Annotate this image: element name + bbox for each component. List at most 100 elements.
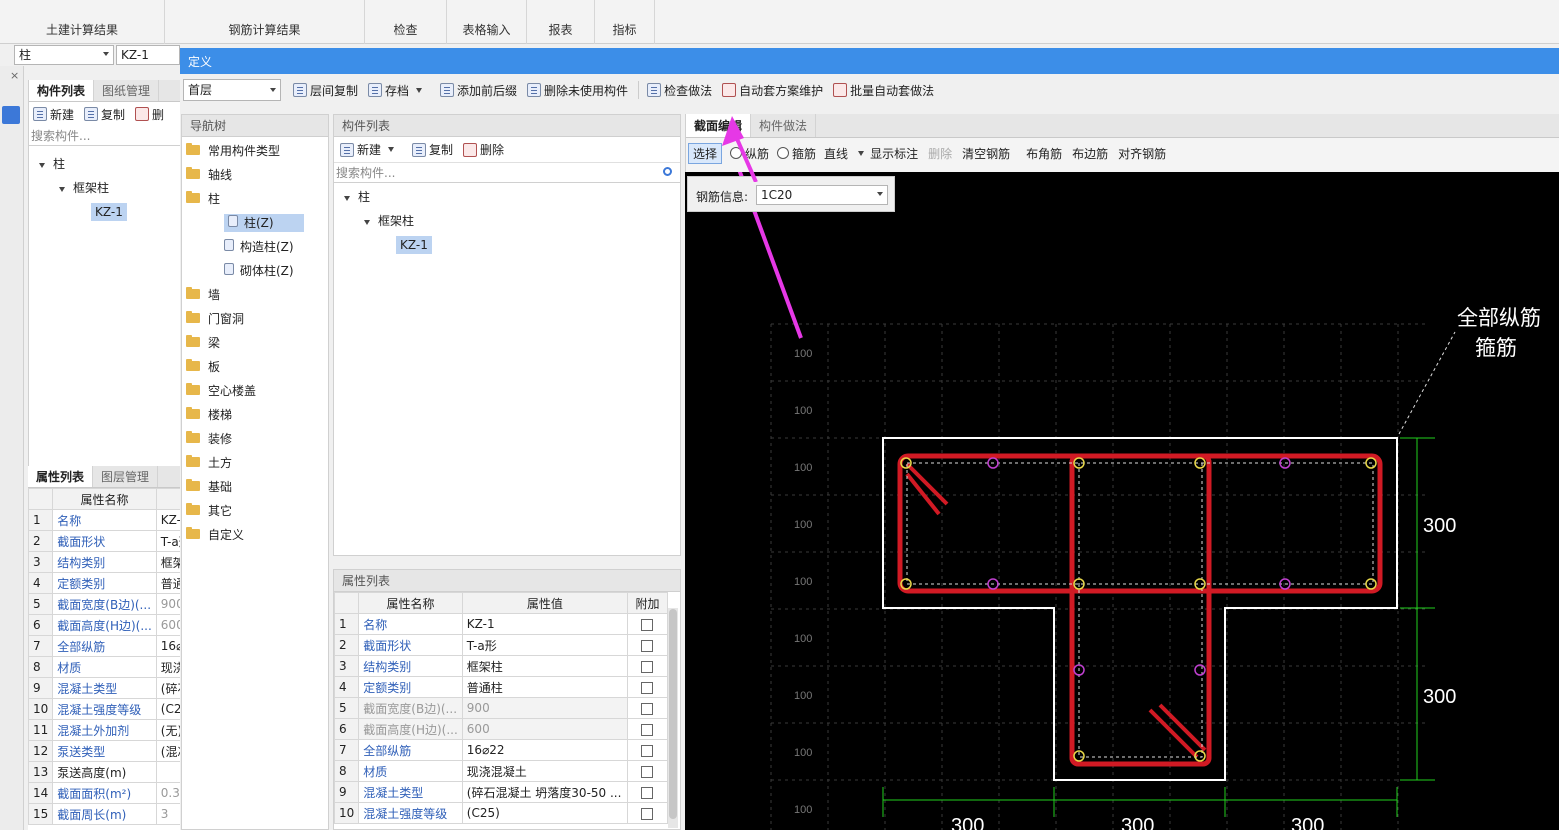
- checkbox[interactable]: [641, 681, 654, 694]
- nav-item[interactable]: 其它: [186, 499, 328, 523]
- ribbon-group-index[interactable]: 指标: [595, 0, 655, 44]
- checkbox[interactable]: [641, 807, 654, 820]
- prop-value[interactable]: 600: [461, 718, 628, 740]
- scrollbar-thumb[interactable]: [669, 609, 677, 819]
- checkbox[interactable]: [641, 723, 654, 736]
- table-row[interactable]: 10 混凝土强度等级 (C25: [27, 698, 196, 720]
- component-search-input[interactable]: 搜索构件...: [334, 163, 680, 183]
- tree-node-frame-column[interactable]: 框架柱: [344, 209, 680, 233]
- check-method-button[interactable]: 检查做法: [647, 79, 712, 101]
- bg-search-input[interactable]: 搜索构件...: [29, 126, 180, 146]
- tab-drawing-manage[interactable]: 图纸管理: [94, 80, 160, 101]
- table-row[interactable]: 11 混凝土外加剂 (无): [27, 719, 196, 741]
- batch-auto-button[interactable]: 批量自动套做法: [833, 79, 934, 101]
- bg-delete-button[interactable]: 删: [135, 103, 164, 125]
- ribbon-group-report[interactable]: 报表: [527, 0, 595, 44]
- table-row[interactable]: 1 名称 KZ-1: [333, 613, 669, 635]
- prop-value[interactable]: KZ-1: [461, 613, 628, 635]
- auto-scheme-button[interactable]: 自动套方案维护: [722, 79, 823, 101]
- table-row[interactable]: 2 截面形状 T-a形: [27, 530, 196, 552]
- nav-item[interactable]: 板: [186, 355, 328, 379]
- nav-subitem[interactable]: 砌体柱(Z): [186, 259, 328, 283]
- edge-rebar-button[interactable]: 布边筋: [1072, 145, 1108, 162]
- show-dim-button[interactable]: 显示标注: [870, 145, 918, 162]
- bg-new-button[interactable]: 新建: [33, 103, 74, 125]
- table-row[interactable]: 13 泵送高度(m): [27, 761, 196, 783]
- dialog-titlebar[interactable]: 定义: [180, 48, 1559, 74]
- table-row[interactable]: 6 截面高度(H边)(... 600: [27, 614, 196, 636]
- table-row[interactable]: 5 截面宽度(B边)(... 900: [27, 593, 196, 615]
- tree-node-column[interactable]: 柱: [344, 185, 680, 209]
- nav-item[interactable]: 土方: [186, 451, 328, 475]
- copy-component-button[interactable]: 复制: [412, 139, 453, 161]
- nav-item[interactable]: 自定义: [186, 523, 328, 547]
- section-canvas[interactable]: 100 100 100 100 100 100 100 100 100 300 300: [685, 172, 1559, 830]
- new-component-button[interactable]: 新建: [340, 139, 402, 161]
- delete-tool-button[interactable]: 删除: [928, 145, 952, 162]
- tab-layer-manage[interactable]: 图层管理: [93, 466, 159, 487]
- nav-item[interactable]: 轴线: [186, 163, 328, 187]
- nav-item[interactable]: 楼梯: [186, 403, 328, 427]
- nav-item[interactable]: 装修: [186, 427, 328, 451]
- table-row[interactable]: 8 材质 现浇混凝土: [333, 760, 669, 782]
- prop-value[interactable]: (C25): [461, 802, 628, 824]
- nav-item[interactable]: 梁: [186, 331, 328, 355]
- nav-item[interactable]: 门窗洞: [186, 307, 328, 331]
- table-row[interactable]: 3 结构类别 框架柱: [333, 655, 669, 677]
- stirrup-radio[interactable]: 箍筋: [777, 145, 816, 162]
- rebar-info-select[interactable]: 1C20: [756, 185, 888, 205]
- prop-value[interactable]: 普通柱: [461, 676, 628, 698]
- search-icon[interactable]: [663, 167, 672, 176]
- calc-icon[interactable]: [2, 106, 20, 124]
- table-row[interactable]: 15 截面周长(m) 3: [27, 803, 196, 825]
- checkbox[interactable]: [641, 765, 654, 778]
- prop-extra[interactable]: [626, 676, 669, 698]
- tab-component-list[interactable]: 构件列表: [29, 80, 95, 101]
- checkbox[interactable]: [641, 618, 654, 631]
- table-row[interactable]: 9 混凝土类型 (碎石: [27, 677, 196, 699]
- property-scrollbar[interactable]: [668, 608, 678, 828]
- prop-value[interactable]: 框架柱: [461, 655, 628, 677]
- close-icon[interactable]: ×: [10, 69, 19, 82]
- table-row[interactable]: 4 定额类别 普通柱: [333, 676, 669, 698]
- copy-between-floors-button[interactable]: 层间复制: [293, 79, 358, 101]
- prop-extra[interactable]: [626, 697, 669, 719]
- delete-unused-button[interactable]: 删除未使用构件: [527, 79, 628, 101]
- select-tool-button[interactable]: 选择: [688, 142, 723, 164]
- prop-extra[interactable]: [626, 655, 669, 677]
- ribbon-group-table-input[interactable]: 表格输入: [447, 0, 527, 44]
- table-row[interactable]: 3 结构类别 框架: [27, 551, 196, 573]
- prop-value[interactable]: T-a形: [461, 634, 628, 656]
- add-prefix-suffix-button[interactable]: 添加前后缀: [440, 79, 517, 101]
- tree-node-frame-column[interactable]: 框架柱: [39, 176, 180, 200]
- type-combo[interactable]: 柱: [14, 45, 114, 65]
- table-row[interactable]: 5 截面宽度(B边)(... 900: [333, 697, 669, 719]
- tree-node-kz1[interactable]: KZ-1: [39, 200, 180, 224]
- table-row[interactable]: 7 全部纵筋 16⌀: [27, 635, 196, 657]
- prop-value[interactable]: (碎石混凝土 坍落度30-50 ...: [461, 781, 628, 803]
- tab-component-method[interactable]: 构件做法: [751, 114, 817, 137]
- checkbox[interactable]: [641, 702, 654, 715]
- checkbox[interactable]: [641, 660, 654, 673]
- line-tool-button[interactable]: 直线: [824, 145, 848, 162]
- chevron-down-icon[interactable]: [858, 150, 865, 156]
- prop-extra[interactable]: [626, 634, 669, 656]
- table-row[interactable]: 12 泵送类型 (混凝: [27, 740, 196, 762]
- nav-subitem[interactable]: 构造柱(Z): [186, 235, 328, 259]
- table-row[interactable]: 14 截面面积(m²) 0.36: [27, 782, 196, 804]
- archive-button[interactable]: 存档: [368, 79, 430, 101]
- nav-item[interactable]: 空心楼盖: [186, 379, 328, 403]
- prop-value[interactable]: 16⌀22: [461, 739, 628, 761]
- nav-item[interactable]: 常用构件类型: [186, 139, 328, 163]
- section-drawing[interactable]: 100100100100100100100100100 300 300 300 …: [685, 172, 1559, 830]
- prop-extra[interactable]: [626, 781, 669, 803]
- clear-rebar-button[interactable]: 清空钢筋: [962, 145, 1010, 162]
- align-rebar-button[interactable]: 对齐钢筋: [1118, 145, 1166, 162]
- nav-item[interactable]: 柱: [186, 187, 328, 211]
- ribbon-group-civil[interactable]: 土建计算结果: [0, 0, 165, 44]
- table-row[interactable]: 6 截面高度(H边)(... 600: [333, 718, 669, 740]
- ribbon-group-rebar[interactable]: 钢筋计算结果: [165, 0, 365, 44]
- prop-extra[interactable]: [626, 760, 669, 782]
- bg-copy-button[interactable]: 复制: [84, 103, 125, 125]
- corner-rebar-button[interactable]: 布角筋: [1026, 145, 1062, 162]
